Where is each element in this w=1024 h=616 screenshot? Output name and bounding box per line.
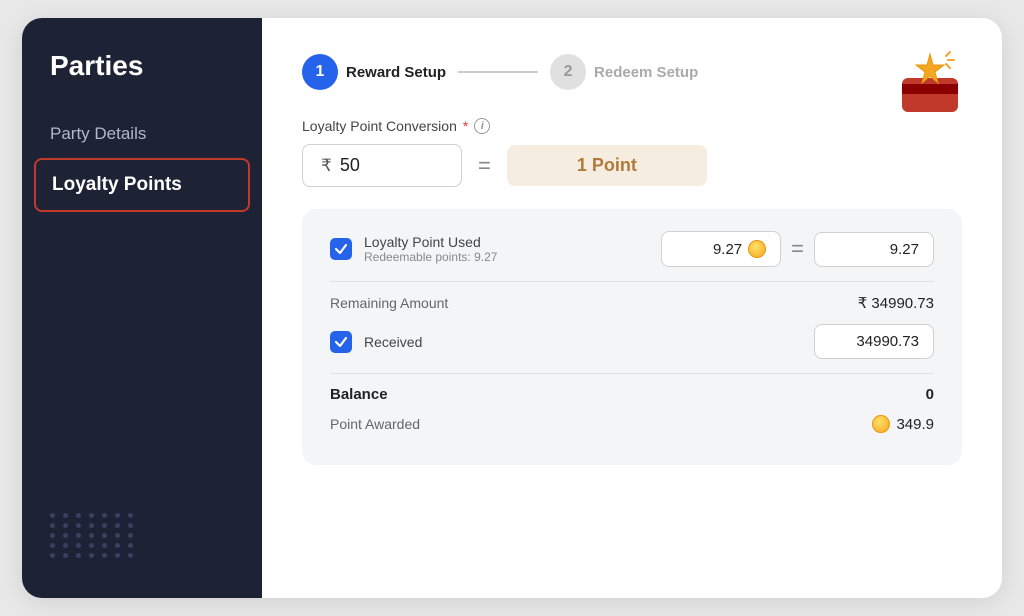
loyalty-value-display: 9.27 bbox=[814, 232, 934, 267]
table-section: Loyalty Point Used Redeemable points: 9.… bbox=[302, 209, 962, 465]
sidebar-item-loyalty-points[interactable]: Loyalty Points bbox=[34, 158, 250, 212]
divider1 bbox=[330, 281, 934, 282]
received-label: Received bbox=[364, 334, 422, 350]
awarded-coin-icon bbox=[872, 415, 890, 433]
reward-icon bbox=[894, 46, 966, 118]
sidebar-item-party-details[interactable]: Party Details bbox=[22, 110, 262, 158]
step2-label: Redeem Setup bbox=[594, 64, 698, 81]
received-checkbox[interactable] bbox=[330, 331, 352, 353]
balance-row: Balance 0 bbox=[330, 386, 934, 403]
decorative-dots bbox=[50, 513, 136, 558]
equals-sign: = bbox=[478, 153, 491, 179]
info-icon[interactable]: i bbox=[474, 118, 490, 134]
received-left: Received bbox=[330, 331, 422, 353]
conversion-label: Loyalty Point Conversion * i bbox=[302, 118, 962, 134]
required-marker: * bbox=[463, 118, 468, 134]
conversion-row: ₹ 50 = 1 Point bbox=[302, 144, 962, 187]
received-row: Received 34990.73 bbox=[330, 324, 934, 359]
point-pill: 1 Point bbox=[507, 145, 707, 186]
remaining-value: ₹ 34990.73 bbox=[858, 294, 934, 312]
point-awarded-value: 349.9 bbox=[872, 415, 934, 433]
coin-icon bbox=[748, 240, 766, 258]
sidebar: Parties Party Details Loyalty Points bbox=[22, 18, 262, 598]
step2-circle: 2 bbox=[550, 54, 586, 90]
loyalty-checkbox[interactable] bbox=[330, 238, 352, 260]
remaining-row: Remaining Amount ₹ 34990.73 bbox=[330, 294, 934, 312]
balance-label: Balance bbox=[330, 386, 388, 403]
sidebar-title: Parties bbox=[22, 50, 262, 110]
conversion-input[interactable]: ₹ 50 bbox=[302, 144, 462, 187]
loyalty-used-right: 9.27 = 9.27 bbox=[661, 231, 934, 267]
main-card: Parties Party Details Loyalty Points bbox=[22, 18, 1002, 598]
loyalty-used-left: Loyalty Point Used Redeemable points: 9.… bbox=[330, 234, 497, 264]
loyalty-used-row: Loyalty Point Used Redeemable points: 9.… bbox=[330, 231, 934, 267]
main-content: 1 Reward Setup 2 Redeem Setup Loyalty Po… bbox=[262, 18, 1002, 598]
loyalty-label: Loyalty Point Used Redeemable points: 9.… bbox=[364, 234, 497, 264]
point-awarded-row: Point Awarded 349.9 bbox=[330, 415, 934, 433]
remaining-label: Remaining Amount bbox=[330, 295, 448, 311]
step1-label: Reward Setup bbox=[346, 64, 446, 81]
stepper: 1 Reward Setup 2 Redeem Setup bbox=[302, 54, 962, 90]
point-awarded-label: Point Awarded bbox=[330, 416, 420, 432]
step1-circle: 1 bbox=[302, 54, 338, 90]
rupee-symbol: ₹ bbox=[321, 156, 332, 176]
received-input[interactable]: 34990.73 bbox=[814, 324, 934, 359]
balance-value: 0 bbox=[926, 386, 934, 403]
divider2 bbox=[330, 373, 934, 374]
loyalty-equals: = bbox=[791, 236, 804, 262]
loyalty-points-input[interactable]: 9.27 bbox=[661, 231, 781, 267]
step-connector bbox=[458, 71, 538, 73]
